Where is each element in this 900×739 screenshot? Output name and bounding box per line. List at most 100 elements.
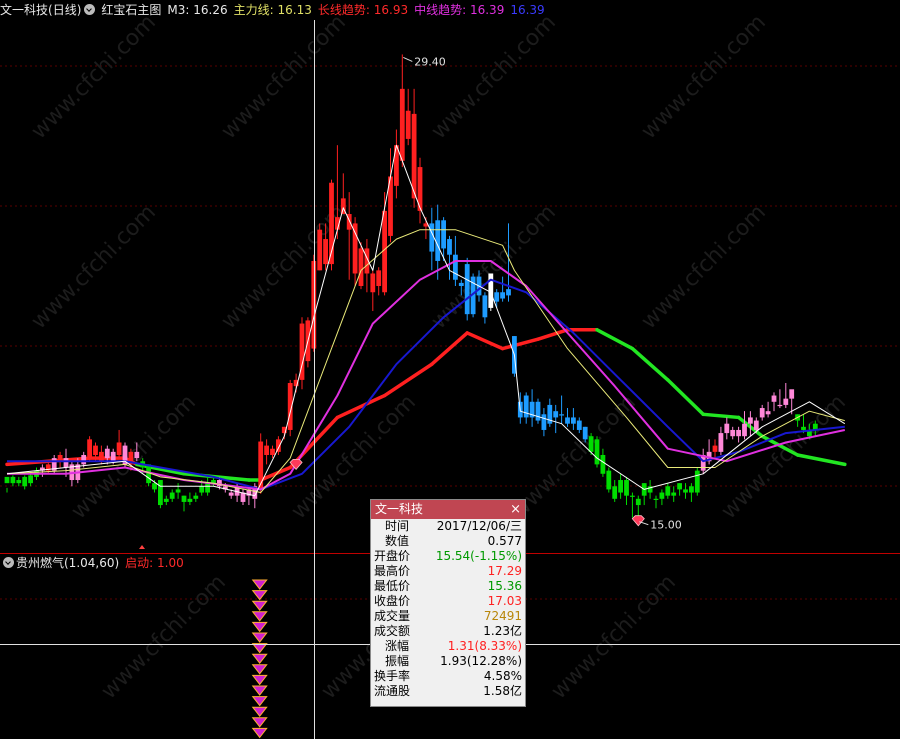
candle-body <box>63 458 69 468</box>
sub-indicator-name[interactable]: 贵州燃气(1.04,60) <box>16 556 119 570</box>
long-trend-segment <box>430 331 469 366</box>
indicator-name[interactable]: 红宝石主图 <box>101 3 161 17</box>
sub-gem-marker <box>251 696 268 707</box>
tooltip-row-label: 数值 <box>385 534 410 548</box>
candle-body <box>134 451 140 459</box>
long-trend-segment <box>666 378 705 417</box>
candle-body <box>175 489 181 493</box>
tooltip-row: 成交量 72491 <box>371 609 525 624</box>
chevron-down-icon[interactable] <box>3 557 14 568</box>
ruby-gem-icon <box>631 515 645 527</box>
candle-body <box>730 429 736 437</box>
candle-body <box>323 239 328 265</box>
watermark-text: www.cfchi.com <box>637 200 771 334</box>
sub-gem-marker <box>251 674 268 686</box>
candle-body <box>588 436 594 452</box>
tooltip-row: 换手率 4.58% <box>371 669 525 684</box>
sub-indicator-markers <box>251 579 268 739</box>
long-trend-segment <box>701 412 741 420</box>
tooltip-row: 流通股 1.58亿 <box>371 684 525 699</box>
candle-body <box>635 498 641 506</box>
extra-readout: 16.39 <box>510 3 545 17</box>
tooltip-row-label: 振幅 <box>385 654 410 668</box>
tooltip-title: 文一科技 <box>375 502 424 516</box>
candle-body <box>665 486 671 496</box>
tooltip-row-value: 1.23亿 <box>483 624 522 638</box>
candle-body <box>394 145 399 186</box>
stock-title[interactable]: 文一科技(日线) <box>0 3 81 17</box>
tooltip-row-label: 最高价 <box>374 564 411 578</box>
watermark-text: www.cfchi.com <box>427 10 561 144</box>
candle-body <box>771 395 777 402</box>
sub-gem-marker <box>251 664 268 675</box>
candle-body <box>152 483 157 490</box>
watermark-text: www.cfchi.com <box>27 200 161 334</box>
candle-body <box>612 486 618 499</box>
tooltip-rows: 时间 2017/12/06/三 数值 0.577 开盘价 15.54(-1.15%) 最高价… <box>371 519 525 699</box>
candle-body <box>576 420 582 430</box>
candle-body <box>500 292 505 299</box>
chevron-down-icon[interactable] <box>84 4 96 15</box>
tooltip-title-bar[interactable]: 文一科技 × <box>371 500 525 519</box>
data-tooltip-window[interactable]: 文一科技 × 时间 2017/12/06/三 数值 0.577 开盘价 15.54(-1.… <box>370 499 526 707</box>
candle-body <box>352 223 358 274</box>
candle-body <box>399 88 405 161</box>
candle-body <box>10 476 16 484</box>
candle-body <box>87 439 92 459</box>
high-arrow-icon <box>403 56 413 62</box>
candle-body <box>158 480 163 506</box>
candle-body <box>506 289 511 296</box>
tooltip-row-value: 1.31(8.33%) <box>447 639 522 653</box>
tooltip-row-label: 成交量 <box>374 609 411 623</box>
candle-body <box>541 414 547 430</box>
candle-body <box>783 398 789 405</box>
candle-body <box>317 229 323 271</box>
candle-body <box>777 404 783 407</box>
candle-body <box>535 401 541 421</box>
candle-body <box>600 454 606 474</box>
sub-chart-header: 贵州燃气(1.04,60) 启动: 1.00 <box>0 554 184 572</box>
candle-body <box>559 414 564 416</box>
tooltip-row-value: 2017/12/06/三 <box>436 519 522 533</box>
tooltip-row-value: 17.03 <box>487 594 522 608</box>
candle-body <box>630 495 635 497</box>
sub-gem-marker <box>251 579 268 590</box>
tooltip-row: 时间 2017/12/06/三 <box>371 519 525 534</box>
tooltip-row: 数值 0.577 <box>371 534 525 549</box>
candle-body <box>99 451 104 462</box>
candle-body <box>458 282 464 286</box>
candle-body <box>81 454 87 465</box>
main-line-readout: 主力线: 16.13 <box>233 3 312 17</box>
sub-gem-marker <box>251 653 268 665</box>
tooltip-row-label: 时间 <box>385 519 410 533</box>
watermark-text: www.cfchi.com <box>217 10 351 144</box>
m3-readout: M3: 16.26 <box>167 3 228 17</box>
candle-body <box>181 495 187 502</box>
sub-gem-marker <box>251 717 268 728</box>
tooltip-row-label: 换手率 <box>374 669 411 683</box>
tooltip-row-label: 最低价 <box>374 579 411 593</box>
watermark-text: www.cfchi.com <box>547 570 681 704</box>
sub-gem-marker <box>251 590 268 601</box>
close-icon[interactable]: × <box>510 500 521 519</box>
mid-trend-readout: 中线趋势: 16.39 <box>414 3 505 17</box>
candle-body <box>376 270 382 286</box>
candle-body <box>606 470 612 490</box>
long-trend-segment <box>795 453 847 467</box>
tooltip-row-label: 成交额 <box>374 624 411 638</box>
candle-body <box>93 445 98 455</box>
candle-body <box>370 273 376 293</box>
candle-body <box>689 486 694 493</box>
candle-body <box>694 470 700 493</box>
tooltip-row: 最高价 17.29 <box>371 564 525 579</box>
candle-body <box>789 389 795 399</box>
candle-body <box>594 439 600 465</box>
sub-gem-marker <box>251 685 268 696</box>
candle-body <box>523 395 529 418</box>
candle-body <box>116 442 122 455</box>
tooltip-row-value: 15.54(-1.15%) <box>435 549 522 563</box>
candle-body <box>405 110 411 139</box>
high-price-label: 29.40 <box>414 55 446 68</box>
candle-body <box>748 417 753 424</box>
tooltip-row: 开盘价 15.54(-1.15%) <box>371 549 525 564</box>
